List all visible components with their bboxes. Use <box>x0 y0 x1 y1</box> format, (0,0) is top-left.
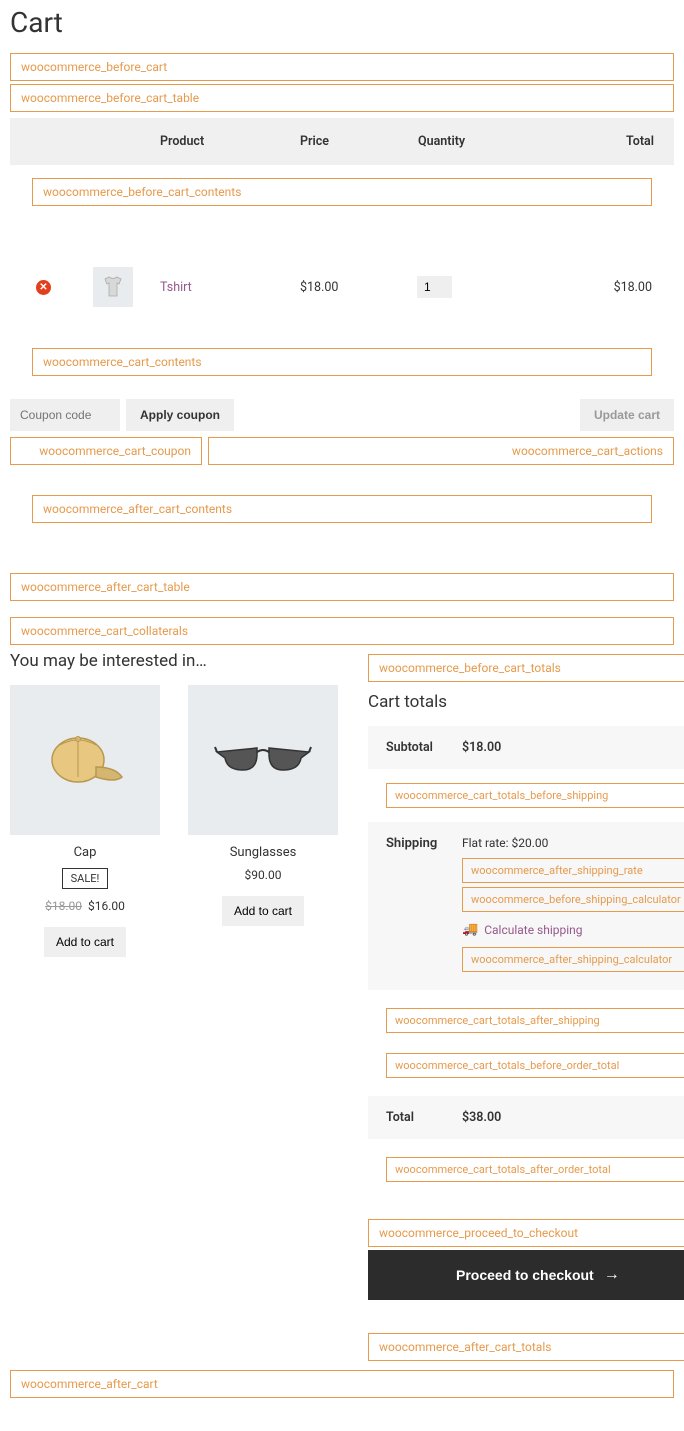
product-name: Sunglasses <box>188 845 338 860</box>
subtotal-label: Subtotal <box>386 740 462 755</box>
sale-badge: SALE! <box>62 868 109 889</box>
th-quantity: Quantity <box>418 134 536 149</box>
update-cart-button[interactable]: Update cart <box>580 399 674 431</box>
hook-totals-after-order-total: woocommerce_cart_totals_after_order_tota… <box>386 1157 684 1182</box>
product-thumbnail[interactable] <box>93 267 133 307</box>
cart-actions: Apply coupon Update cart <box>10 399 674 431</box>
product-card[interactable]: Cap SALE! $18.00 $16.00 Add to cart <box>10 685 160 957</box>
coupon-code-input[interactable] <box>10 399 120 431</box>
hook-totals-before-shipping: woocommerce_cart_totals_before_shipping <box>386 783 684 808</box>
cross-sell-heading: You may be interested in… <box>10 651 338 671</box>
hook-cart-collaterals: woocommerce_cart_collaterals <box>10 617 674 645</box>
tshirt-icon <box>100 274 126 300</box>
hook-before-cart: woocommerce_before_cart <box>10 53 674 81</box>
hook-after-cart: woocommerce_after_cart <box>10 1370 674 1398</box>
calculate-shipping-link[interactable]: 🚚 Calculate shipping <box>462 916 684 943</box>
apply-coupon-button[interactable]: Apply coupon <box>126 399 234 431</box>
cart-table-header: Product Price Quantity Total <box>10 118 674 165</box>
total-row: Total $38.00 <box>368 1096 684 1139</box>
hook-before-cart-table: woocommerce_before_cart_table <box>10 84 674 112</box>
sunglasses-icon <box>213 740 313 780</box>
th-total: Total <box>536 134 674 149</box>
product-image <box>10 685 160 835</box>
product-price: $18.00 $16.00 <box>10 899 160 913</box>
quantity-input[interactable] <box>417 276 452 298</box>
old-price: $18.00 <box>45 899 82 913</box>
hook-totals-before-order-total: woocommerce_cart_totals_before_order_tot… <box>386 1053 684 1078</box>
arrow-right-icon: → <box>604 1266 620 1284</box>
cart-totals-heading: Cart totals <box>368 692 684 712</box>
hook-after-cart-contents: woocommerce_after_cart_contents <box>32 495 652 523</box>
th-product: Product <box>160 134 300 149</box>
hook-after-cart-totals: woocommerce_after_cart_totals <box>368 1333 684 1361</box>
page-title: Cart <box>10 6 674 39</box>
hook-before-cart-contents: woocommerce_before_cart_contents <box>32 178 652 206</box>
hook-before-cart-totals: woocommerce_before_cart_totals <box>368 654 684 682</box>
hook-proceed-to-checkout: woocommerce_proceed_to_checkout <box>368 1219 684 1247</box>
subtotal-value: $18.00 <box>462 740 684 755</box>
hook-cart-coupon: woocommerce_cart_coupon <box>10 437 202 465</box>
item-total: $18.00 <box>535 280 674 295</box>
add-to-cart-button[interactable]: Add to cart <box>44 927 126 957</box>
proceed-to-checkout-button[interactable]: Proceed to checkout → <box>368 1250 684 1300</box>
product-name-link[interactable]: Tshirt <box>160 280 300 295</box>
total-label: Total <box>386 1110 462 1125</box>
shipping-label: Shipping <box>386 836 462 976</box>
truck-icon: 🚚 <box>462 922 478 937</box>
product-image <box>188 685 338 835</box>
hook-totals-after-shipping: woocommerce_cart_totals_after_shipping <box>386 1008 684 1033</box>
hook-after-shipping-calculator: woocommerce_after_shipping_calculator <box>462 947 684 972</box>
item-price: $18.00 <box>300 280 417 295</box>
cart-item-row: ✕ Tshirt $18.00 $18.00 <box>10 249 674 325</box>
shipping-rate: Flat rate: $20.00 <box>462 836 684 850</box>
product-card[interactable]: Sunglasses $90.00 Add to cart <box>188 685 338 957</box>
hook-after-cart-table: woocommerce_after_cart_table <box>10 573 674 601</box>
remove-item-icon[interactable]: ✕ <box>36 280 51 295</box>
hook-cart-actions: woocommerce_cart_actions <box>208 437 674 465</box>
subtotal-row: Subtotal $18.00 <box>368 726 684 769</box>
product-price: $90.00 <box>188 868 338 882</box>
hook-after-shipping-rate: woocommerce_after_shipping_rate <box>462 858 684 883</box>
total-value: $38.00 <box>462 1110 684 1125</box>
cap-icon <box>40 725 130 795</box>
add-to-cart-button[interactable]: Add to cart <box>222 896 304 926</box>
th-price: Price <box>300 134 418 149</box>
product-name: Cap <box>10 845 160 860</box>
hook-before-shipping-calculator: woocommerce_before_shipping_calculator <box>462 887 684 912</box>
current-price: $16.00 <box>88 899 125 913</box>
shipping-row: Shipping Flat rate: $20.00 woocommerce_a… <box>368 822 684 990</box>
hook-cart-contents: woocommerce_cart_contents <box>32 348 652 376</box>
